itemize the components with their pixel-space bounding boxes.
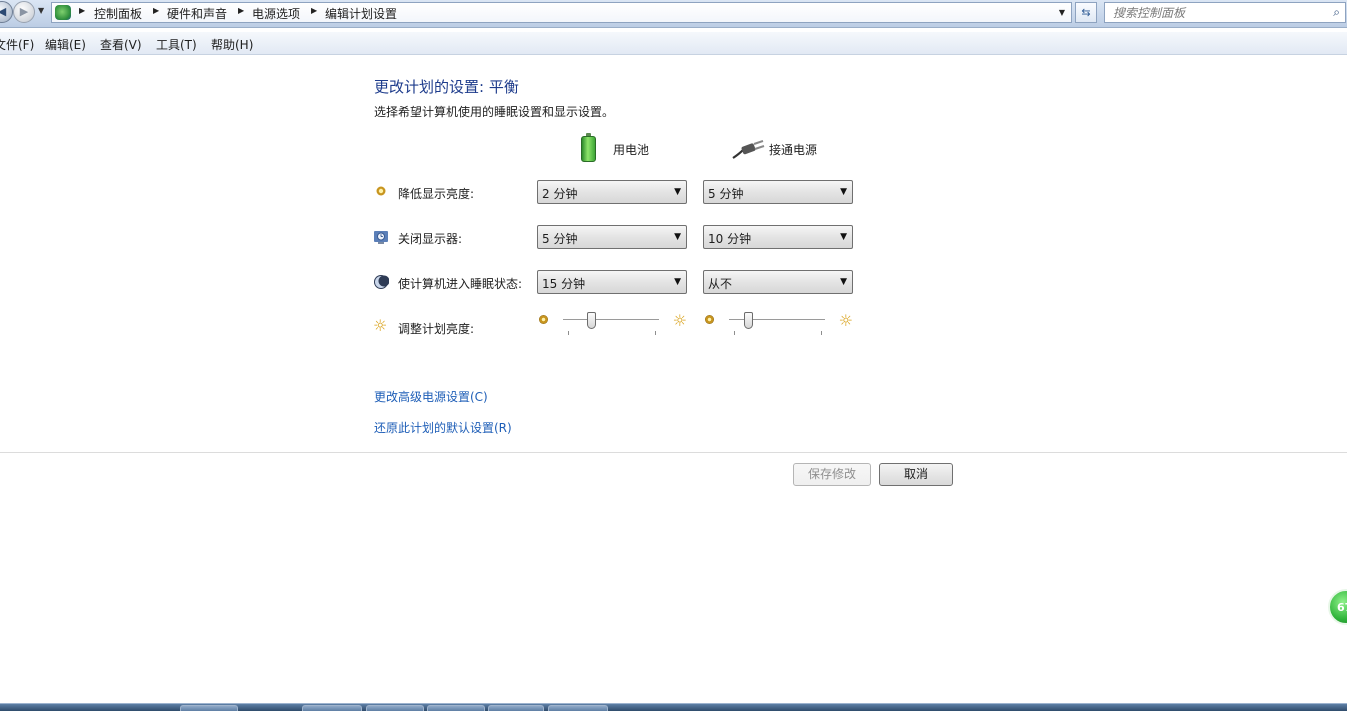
address-bar: ◀ ▶ ▼ ▶ 控制面板 ▶ 硬件和声音 ▶ 电源选项 ▶ 编辑计划设置 ▼ ⇆…	[0, 0, 1347, 28]
chevron-down-icon: ▼	[674, 232, 681, 242]
slider-tick	[821, 331, 822, 335]
sleep-plugged-select[interactable]: 从不 ▼	[703, 270, 853, 294]
turn-off-display-battery-select[interactable]: 5 分钟 ▼	[537, 225, 687, 249]
forward-arrow-icon: ▶	[19, 5, 29, 18]
advanced-power-settings-link[interactable]: 更改高级电源设置(C)	[374, 388, 488, 405]
menu-view[interactable]: 查看(V)	[100, 36, 142, 53]
slider-thumb[interactable]	[743, 312, 753, 329]
battery-icon	[581, 133, 596, 162]
search-input[interactable]	[1107, 4, 1324, 21]
bright-sun-icon: ☼	[838, 311, 853, 330]
taskbar-button[interactable]	[548, 705, 608, 711]
back-arrow-icon: ◀	[0, 5, 7, 18]
menu-tools[interactable]: 工具(T)	[156, 36, 197, 53]
chevron-right-icon[interactable]: ▶	[153, 6, 159, 15]
chevron-right-icon[interactable]: ▶	[311, 6, 317, 15]
taskbar-button[interactable]	[488, 705, 544, 711]
divider	[0, 452, 1347, 453]
select-value: 5 分钟	[708, 187, 744, 201]
brightness-battery-slider[interactable]: ☼	[537, 311, 687, 337]
breadcrumb[interactable]: ▶ 控制面板 ▶ 硬件和声音 ▶ 电源选项 ▶ 编辑计划设置 ▼	[51, 2, 1072, 23]
chevron-down-icon: ▼	[840, 277, 847, 287]
chevron-right-icon[interactable]: ▶	[238, 6, 244, 15]
sleep-battery-select[interactable]: 15 分钟 ▼	[537, 270, 687, 294]
sleep-moon-icon	[373, 274, 390, 290]
power-plug-icon	[732, 140, 765, 159]
forward-button[interactable]: ▶	[13, 1, 35, 23]
recent-pages-dropdown-icon[interactable]: ▼	[38, 6, 44, 15]
slider-tick	[655, 331, 656, 335]
select-value: 15 分钟	[542, 277, 586, 291]
turn-off-display-plugged-select[interactable]: 10 分钟 ▼	[703, 225, 853, 249]
column-header-plugged-in: 接通电源	[769, 143, 818, 157]
cancel-button[interactable]: 取消	[879, 463, 953, 486]
address-dropdown-icon[interactable]: ▼	[1059, 8, 1065, 17]
select-value: 5 分钟	[542, 232, 578, 246]
breadcrumb-power-options[interactable]: 电源选项	[252, 5, 300, 22]
slider-track[interactable]	[563, 319, 659, 321]
save-changes-button[interactable]: 保存修改	[793, 463, 871, 486]
dim-brightness-icon	[539, 315, 548, 324]
chevron-down-icon: ▼	[840, 232, 847, 242]
slider-tick	[734, 331, 735, 335]
chevron-down-icon: ▼	[674, 277, 681, 287]
chevron-down-icon: ▼	[840, 187, 847, 197]
dim-display-plugged-select[interactable]: 5 分钟 ▼	[703, 180, 853, 204]
chevron-down-icon: ▼	[674, 187, 681, 197]
page-title: 更改计划的设置: 平衡	[374, 78, 519, 96]
search-box: ⌕	[1104, 2, 1346, 23]
taskbar-button[interactable]	[302, 705, 362, 711]
select-value: 从不	[708, 277, 733, 291]
control-panel-icon	[55, 5, 71, 20]
brightness-label: 调整计划亮度:	[398, 322, 475, 336]
breadcrumb-hardware-sound[interactable]: 硬件和声音	[167, 5, 227, 22]
monitor-clock-icon	[373, 229, 389, 245]
select-value: 10 分钟	[708, 232, 752, 246]
back-button[interactable]: ◀	[0, 1, 13, 23]
menu-edit[interactable]: 编辑(E)	[45, 36, 86, 53]
taskbar-button[interactable]	[366, 705, 424, 711]
bright-sun-icon: ☼	[672, 311, 687, 330]
floating-badge[interactable]: 67	[1328, 589, 1347, 625]
dim-display-label: 降低显示亮度:	[398, 187, 475, 201]
refresh-icon: ⇆	[1081, 6, 1091, 19]
refresh-button[interactable]: ⇆	[1075, 2, 1097, 23]
page-subtitle: 选择希望计算机使用的睡眠设置和显示设置。	[374, 105, 615, 119]
dim-brightness-icon	[705, 315, 714, 324]
restore-defaults-link[interactable]: 还原此计划的默认设置(R)	[374, 419, 512, 436]
select-value: 2 分钟	[542, 187, 578, 201]
taskbar-button[interactable]	[427, 705, 485, 711]
menu-file[interactable]: 文件(F)	[0, 36, 34, 53]
dim-display-battery-select[interactable]: 2 分钟 ▼	[537, 180, 687, 204]
chevron-right-icon[interactable]: ▶	[79, 6, 85, 15]
taskbar-button[interactable]	[180, 705, 238, 711]
sleep-label: 使计算机进入睡眠状态:	[398, 277, 523, 291]
brightness-sun-icon: ☼	[373, 316, 388, 335]
badge-text: 67	[1337, 601, 1347, 614]
column-header-battery: 用电池	[613, 143, 650, 157]
breadcrumb-edit-plan[interactable]: 编辑计划设置	[325, 5, 397, 22]
breadcrumb-control-panel[interactable]: 控制面板	[94, 5, 142, 22]
search-icon[interactable]: ⌕	[1333, 5, 1340, 20]
menu-help[interactable]: 帮助(H)	[211, 36, 253, 53]
menu-bar: 文件(F) 编辑(E) 查看(V) 工具(T) 帮助(H)	[0, 32, 1347, 55]
slider-tick	[568, 331, 569, 335]
dim-display-icon	[373, 184, 389, 200]
slider-thumb[interactable]	[587, 312, 597, 329]
brightness-plugged-slider[interactable]: ☼	[703, 311, 853, 337]
turn-off-display-label: 关闭显示器:	[398, 232, 463, 246]
